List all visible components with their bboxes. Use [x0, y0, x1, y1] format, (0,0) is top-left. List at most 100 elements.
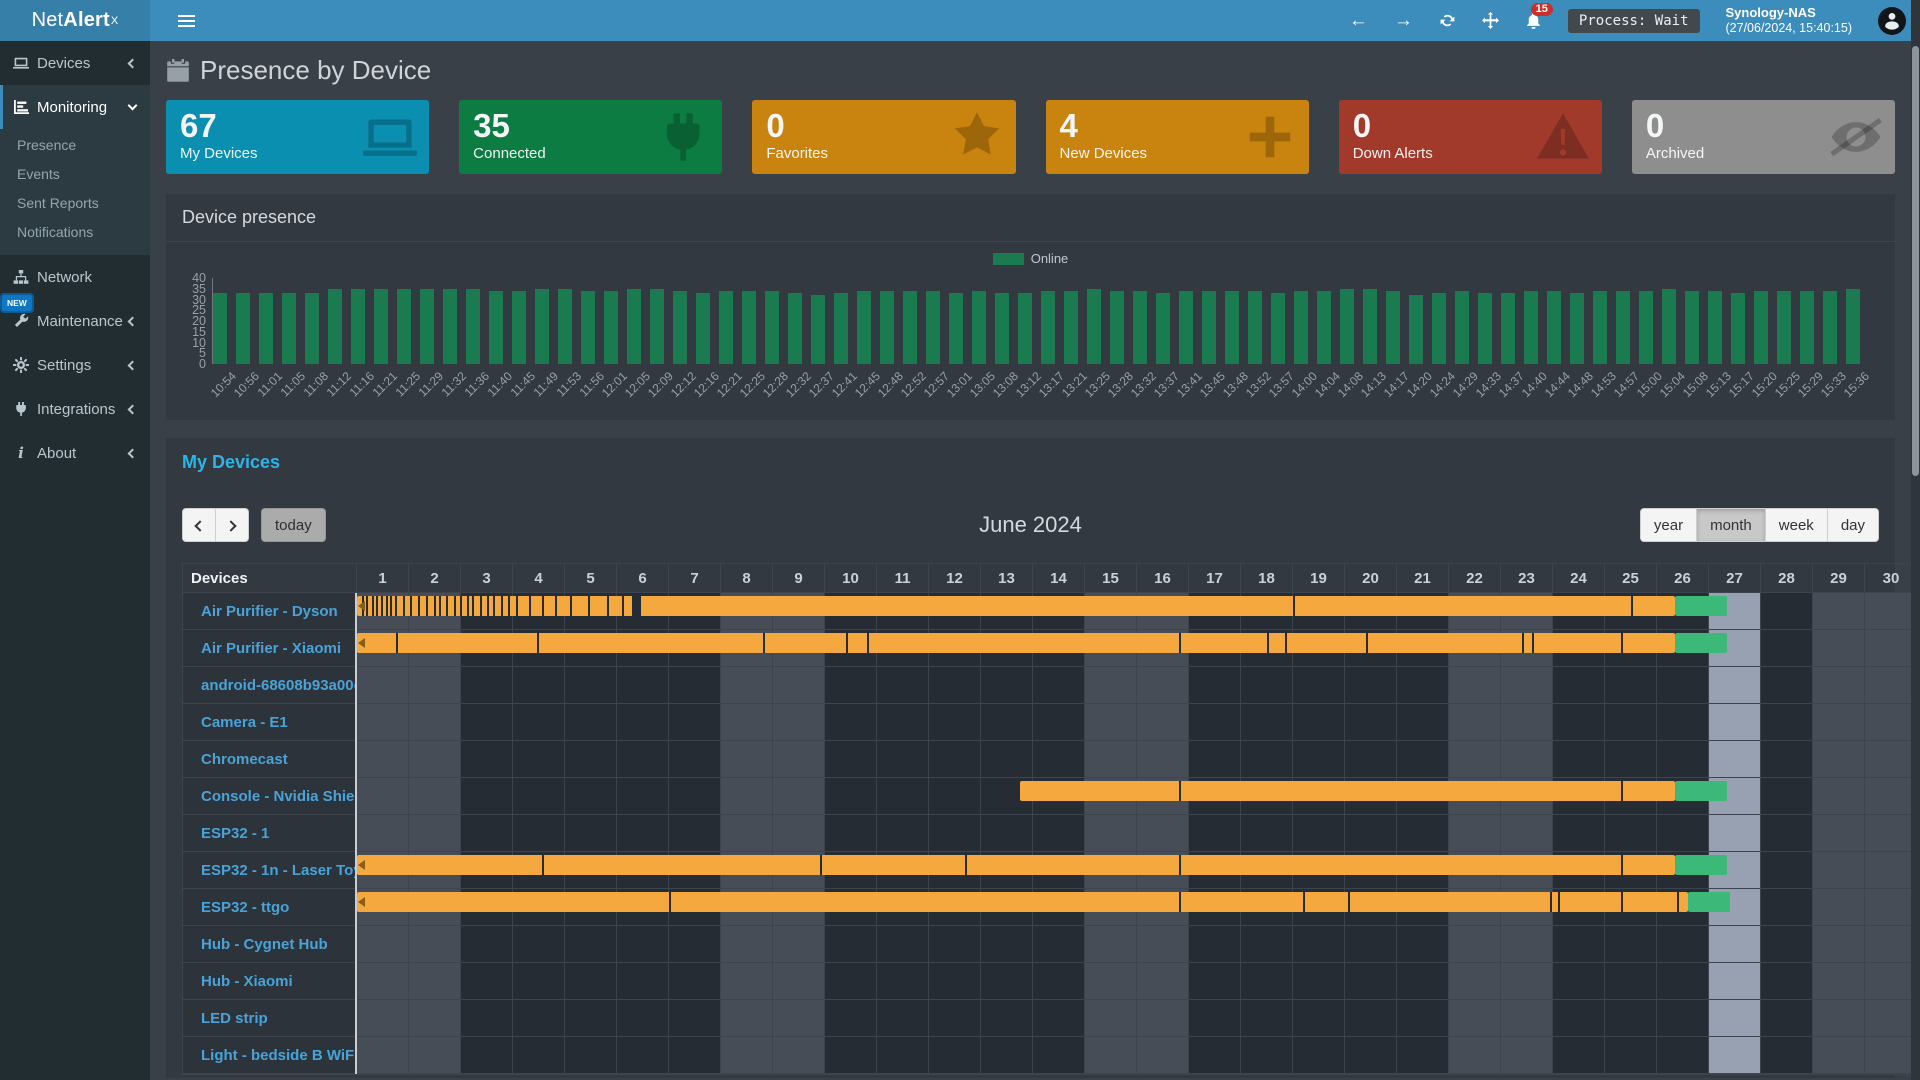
new-feature-badge: NEW [2, 295, 32, 311]
x-tick-label: 15:36 [1841, 369, 1872, 400]
presence-gap-tick [395, 596, 397, 616]
chart-bar [742, 291, 756, 364]
info-box-down-alerts[interactable]: 0 Down Alerts [1339, 100, 1602, 174]
laptop-icon [13, 55, 29, 71]
chart-bar [857, 291, 871, 364]
x-tick-label: 12:28 [760, 369, 791, 400]
device-name-link[interactable]: Hub - Xiaomi [183, 963, 355, 1000]
row-divider [357, 851, 1917, 852]
device-name-link[interactable]: Hub - Cygnet Hub [183, 926, 355, 963]
device-name-link[interactable]: Console - Nvidia Shield TV [183, 778, 355, 815]
day-header: 3 [461, 564, 513, 592]
presence-gap-tick [403, 596, 405, 616]
day-header: 5 [565, 564, 617, 592]
sidebar-item-devices[interactable]: Devices [0, 41, 150, 85]
presence-gap-tick [846, 633, 848, 653]
nav-back-icon[interactable]: ← [1349, 11, 1368, 30]
view-year-button[interactable]: year [1640, 508, 1697, 542]
x-tick-label: 14:37 [1496, 369, 1527, 400]
view-month-button[interactable]: month [1696, 508, 1766, 542]
chart-bar [765, 291, 779, 364]
chart-bar [1731, 293, 1745, 364]
x-tick-label: 15:25 [1772, 369, 1803, 400]
page-scrollbar[interactable] [1911, 0, 1920, 1080]
sidebar-item-about[interactable]: i About [0, 431, 150, 475]
device-name-link[interactable]: android-68608b93a00e45 [183, 667, 355, 704]
device-name-link[interactable]: Light - bedside B WiFi [183, 1037, 355, 1074]
presence-bar-online[interactable] [357, 633, 1675, 653]
chart-bar [1846, 289, 1860, 364]
presence-bar-current[interactable] [1675, 633, 1727, 653]
info-box-archived[interactable]: 0 Archived [1632, 100, 1895, 174]
sidebar-item-settings[interactable]: Settings [0, 343, 150, 387]
user-avatar[interactable] [1878, 7, 1906, 35]
presence-bar-current[interactable] [1688, 892, 1730, 912]
x-tick-label: 12:21 [714, 369, 745, 400]
scrollbar-thumb[interactable] [1912, 46, 1919, 476]
day-header: 6 [617, 564, 669, 592]
chart-panel-title: Device presence [166, 194, 1895, 242]
eye-slash-icon [1829, 110, 1883, 164]
warning-triangle-icon [1536, 110, 1590, 164]
chart-bar [1041, 291, 1055, 364]
presence-bar-online[interactable] [357, 855, 1675, 875]
sidebar-item-sent-reports[interactable]: Sent Reports [0, 189, 150, 218]
chart-bar [1455, 291, 1469, 364]
continues-before-arrow-icon [358, 638, 365, 648]
sidebar-item-monitoring[interactable]: Monitoring [0, 85, 150, 129]
row-divider [357, 814, 1917, 815]
info-box-favorites[interactable]: 0 Favorites [752, 100, 1015, 174]
presence-bar-online[interactable] [1020, 781, 1675, 801]
refresh-icon[interactable] [1439, 12, 1456, 29]
sidebar-item-integrations[interactable]: Integrations [0, 387, 150, 431]
presence-bar-current[interactable] [1675, 855, 1727, 875]
presence-gap-tick [1621, 892, 1623, 912]
day-header: 20 [1345, 564, 1397, 592]
calendar-prev-button[interactable] [182, 508, 216, 542]
chart-bar [397, 289, 411, 364]
sidebar-item-network[interactable]: Network [0, 255, 150, 299]
chart-legend[interactable]: Online [166, 242, 1895, 266]
presence-bar-current[interactable] [1675, 781, 1727, 801]
device-name-link[interactable]: Chromecast [183, 741, 355, 778]
sidebar-item-presence[interactable]: Presence [0, 131, 150, 160]
device-name-link[interactable]: Air Purifier - Dyson [183, 593, 355, 630]
presence-chart: Online 0510152025303540 10:5410:5611:011… [166, 242, 1895, 420]
presence-bar-current[interactable] [1675, 596, 1727, 616]
presence-gap-tick [570, 596, 572, 616]
x-tick-label: 12:09 [645, 369, 676, 400]
notifications-bell-icon[interactable]: 15 [1525, 12, 1542, 29]
device-name-link[interactable]: ESP32 - 1 [183, 815, 355, 852]
device-name-link[interactable]: Air Purifier - Xiaomi [183, 630, 355, 667]
sidebar-item-events[interactable]: Events [0, 160, 150, 189]
sidebar-item-maintenance[interactable]: NEW Maintenance [0, 299, 150, 343]
sidebar-toggle-icon[interactable] [164, 0, 208, 41]
chart-bar [489, 291, 503, 364]
info-box-my-devices[interactable]: 67 My Devices [166, 100, 429, 174]
device-name-link[interactable]: ESP32 - 1n - Laser Toy [183, 852, 355, 889]
nav-forward-icon[interactable]: → [1394, 11, 1413, 30]
x-tick-label: 12:57 [921, 369, 952, 400]
presence-bar-online[interactable] [357, 892, 1688, 912]
presence-bar-online[interactable] [357, 596, 1675, 616]
info-box-connected[interactable]: 35 Connected [459, 100, 722, 174]
x-tick-label: 13:37 [1151, 369, 1182, 400]
presence-gap-tick [1348, 892, 1350, 912]
presence-gap-tick [622, 596, 624, 616]
x-tick-label: 11:12 [323, 369, 354, 400]
device-name-link[interactable]: ESP32 - ttgo [183, 889, 355, 926]
calendar-today-button[interactable]: today [261, 508, 326, 542]
device-name-link[interactable]: Camera - E1 [183, 704, 355, 741]
device-name-link[interactable]: LED strip [183, 1000, 355, 1037]
chevron-left-icon [128, 58, 138, 68]
info-box-new-devices[interactable]: 4 New Devices [1046, 100, 1309, 174]
x-tick-label: 13:05 [967, 369, 998, 400]
view-day-button[interactable]: day [1827, 508, 1879, 542]
app-logo[interactable]: NetAlertX [0, 0, 150, 41]
calendar-next-button[interactable] [215, 508, 249, 542]
process-status-badge[interactable]: Process: Wait [1568, 9, 1700, 33]
view-week-button[interactable]: week [1765, 508, 1828, 542]
my-devices-title[interactable]: My Devices [166, 438, 1895, 477]
fullscreen-move-icon[interactable] [1482, 12, 1499, 29]
sidebar-item-notifications[interactable]: Notifications [0, 218, 150, 247]
